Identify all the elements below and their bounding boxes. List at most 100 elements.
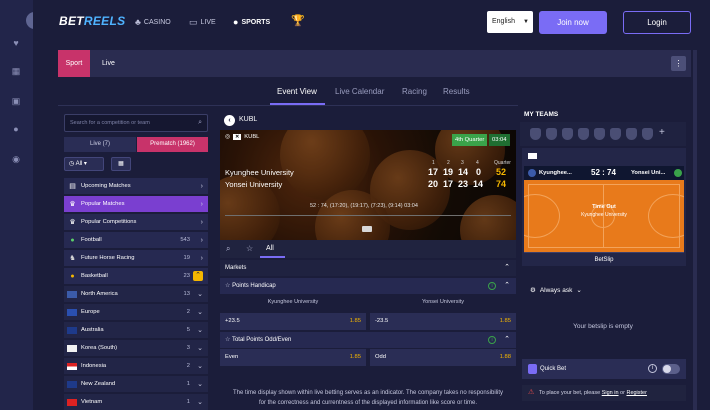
basketball-icon: ●: [70, 273, 75, 280]
login-button[interactable]: Login: [623, 11, 691, 34]
chevron-right-icon: ›: [200, 255, 203, 262]
list-item-future-horse-racing[interactable]: ♞ Future Horse Racing 19 ›: [64, 250, 208, 267]
team-shield-icon[interactable]: [594, 128, 605, 140]
casino-chip-icon[interactable]: ▦: [9, 64, 23, 78]
ball-icon: ●: [233, 17, 239, 27]
total-points-header[interactable]: ☆ Total Points Odd/Even i ⌃: [220, 332, 516, 348]
odds-change-select[interactable]: ⚙ Always ask ⌄: [530, 286, 582, 295]
list-item-north-america[interactable]: North America 13 ⌄: [64, 286, 208, 303]
calendar-filter-button[interactable]: ▦: [111, 157, 131, 171]
flag-korea-icon: [528, 153, 537, 159]
casino-icon: ♣: [135, 17, 141, 27]
list-item-new-zealand[interactable]: New Zealand 1 ⌄: [64, 376, 208, 393]
star-icon[interactable]: ☆: [225, 283, 230, 289]
team-shield-icon[interactable]: [562, 128, 573, 140]
chat-icon[interactable]: ◉: [9, 152, 23, 166]
chevron-up-icon: ⌃: [504, 282, 510, 289]
list-item-indonesia[interactable]: Indonesia 2 ⌄: [64, 358, 208, 375]
prematch-filter-tab[interactable]: Prematch (1962): [137, 137, 208, 152]
side-rail: ♥ ▦ ▣ ● ◉: [0, 0, 33, 410]
back-arrow-icon[interactable]: ‹: [224, 115, 235, 126]
sports-navigation-panel: Search for a competition or team ⌕ Live (…: [58, 108, 213, 410]
team2-logo-icon: [674, 169, 682, 177]
gift-icon[interactable]: ▣: [9, 94, 23, 108]
nav-live[interactable]: ▭ LIVE: [189, 17, 216, 28]
team-shield-icon[interactable]: [610, 128, 621, 140]
list-item-popular-competitions[interactable]: ♛ Popular Competitions ›: [64, 214, 208, 231]
timeout-team: Kyunghee University: [581, 212, 627, 218]
list-item-football[interactable]: ● Football 543 ›: [64, 232, 208, 249]
odds-button[interactable]: Even 1.85: [220, 349, 366, 366]
team-shield-icon[interactable]: [626, 128, 637, 140]
tab-sport[interactable]: Sport: [58, 50, 90, 77]
tab-results[interactable]: Results: [443, 87, 470, 96]
search-icon[interactable]: ⌕: [226, 240, 230, 258]
info-icon[interactable]: i: [648, 364, 657, 373]
nav-casino[interactable]: ♣ CASINO: [135, 17, 171, 27]
trophy-icon[interactable]: 🏆: [291, 14, 305, 27]
tab-event-view[interactable]: Event View: [277, 87, 317, 96]
list-item-vietnam[interactable]: Vietnam 1 ⌄: [64, 394, 208, 410]
chevron-down-icon: ⌄: [576, 287, 582, 294]
calendar-icon: ▤: [69, 183, 76, 190]
list-item-europe[interactable]: Europe 2 ⌄: [64, 304, 208, 321]
list-item-australia[interactable]: Australia 5 ⌄: [64, 322, 208, 339]
odds-button[interactable]: +23.5 1.85: [220, 313, 366, 330]
quick-bet-toggle[interactable]: [662, 364, 680, 374]
competition-search-input[interactable]: Search for a competition or team ⌕: [64, 114, 208, 132]
list-item-upcoming-matches[interactable]: ▤ Upcoming Matches ›: [64, 178, 208, 195]
betslip-tab[interactable]: BetSlip: [524, 252, 684, 266]
quarter-label: 3: [461, 160, 464, 166]
chevron-down-icon: ⌄: [197, 291, 203, 298]
language-select[interactable]: English ▼: [487, 11, 533, 33]
page-scrollbar[interactable]: [693, 50, 697, 410]
team-shield-icon[interactable]: [578, 128, 589, 140]
more-options-button[interactable]: ⋮: [671, 56, 686, 71]
odds-button[interactable]: -23.5 1.85: [370, 313, 516, 330]
close-icon[interactable]: ✕: [233, 134, 242, 140]
flag-europe-icon: [67, 309, 77, 316]
tab-live[interactable]: Live: [102, 50, 115, 77]
quarter-label: 2: [447, 160, 450, 166]
chevron-right-icon: ›: [200, 183, 203, 190]
team-shield-icon[interactable]: [642, 128, 653, 140]
list-item-korea-south[interactable]: Korea (South) 3 ⌄: [64, 340, 208, 357]
settings-icon[interactable]: ●: [9, 122, 23, 136]
join-now-button[interactable]: Join now: [539, 11, 607, 34]
nav-sports[interactable]: ● SPORTS: [233, 17, 270, 27]
sign-in-link[interactable]: Sign in: [602, 390, 619, 396]
info-icon[interactable]: i: [488, 336, 496, 344]
team-shield-icon[interactable]: [546, 128, 557, 140]
points-handicap-header[interactable]: ☆ Points Handicap i ⌃: [220, 278, 516, 294]
quarter-label: Quarter: [494, 160, 511, 166]
quarter-badge: 4th Quarter: [452, 134, 488, 146]
list-item-basketball[interactable]: ● Basketball 23 ⌃: [64, 268, 208, 285]
live-filter-tab[interactable]: Live (7): [64, 137, 136, 152]
team-shield-icon[interactable]: [530, 128, 541, 140]
chevron-right-icon: ›: [200, 201, 203, 208]
odds-button[interactable]: Odd 1.88: [370, 349, 516, 366]
score-cell: 14: [473, 179, 484, 189]
add-team-icon[interactable]: +: [659, 127, 665, 138]
tracker-score-row: Kyunghee... 52 : 74 Yonsei Uni...: [524, 166, 684, 180]
score-cell: 17: [443, 179, 454, 189]
time-filter-select[interactable]: ◷ All ▾: [64, 157, 104, 171]
stream-icon[interactable]: [362, 226, 372, 232]
tab-racing[interactable]: Racing: [402, 87, 427, 96]
chevron-down-icon: ⌄: [197, 309, 203, 316]
chevron-down-icon: ⌄: [197, 363, 203, 370]
brand-logo[interactable]: BETREELS: [59, 14, 125, 28]
markets-header[interactable]: Markets ⌃: [220, 260, 516, 276]
star-icon[interactable]: ☆: [246, 240, 253, 258]
quarter-label: 1: [432, 160, 435, 166]
collapse-icon[interactable]: ⌃: [193, 271, 203, 281]
star-icon[interactable]: ☆: [225, 337, 230, 343]
team2-name: Yonsei University: [225, 180, 283, 189]
tab-live-calendar[interactable]: Live Calendar: [335, 87, 384, 96]
list-item-popular-matches[interactable]: ♛ Popular Matches ›: [64, 196, 208, 213]
register-link[interactable]: Register: [626, 390, 646, 396]
info-icon[interactable]: i: [488, 282, 496, 290]
football-icon: ●: [70, 237, 75, 244]
heart-icon[interactable]: ♥: [9, 36, 23, 50]
flag-indonesia-icon: [67, 363, 77, 370]
